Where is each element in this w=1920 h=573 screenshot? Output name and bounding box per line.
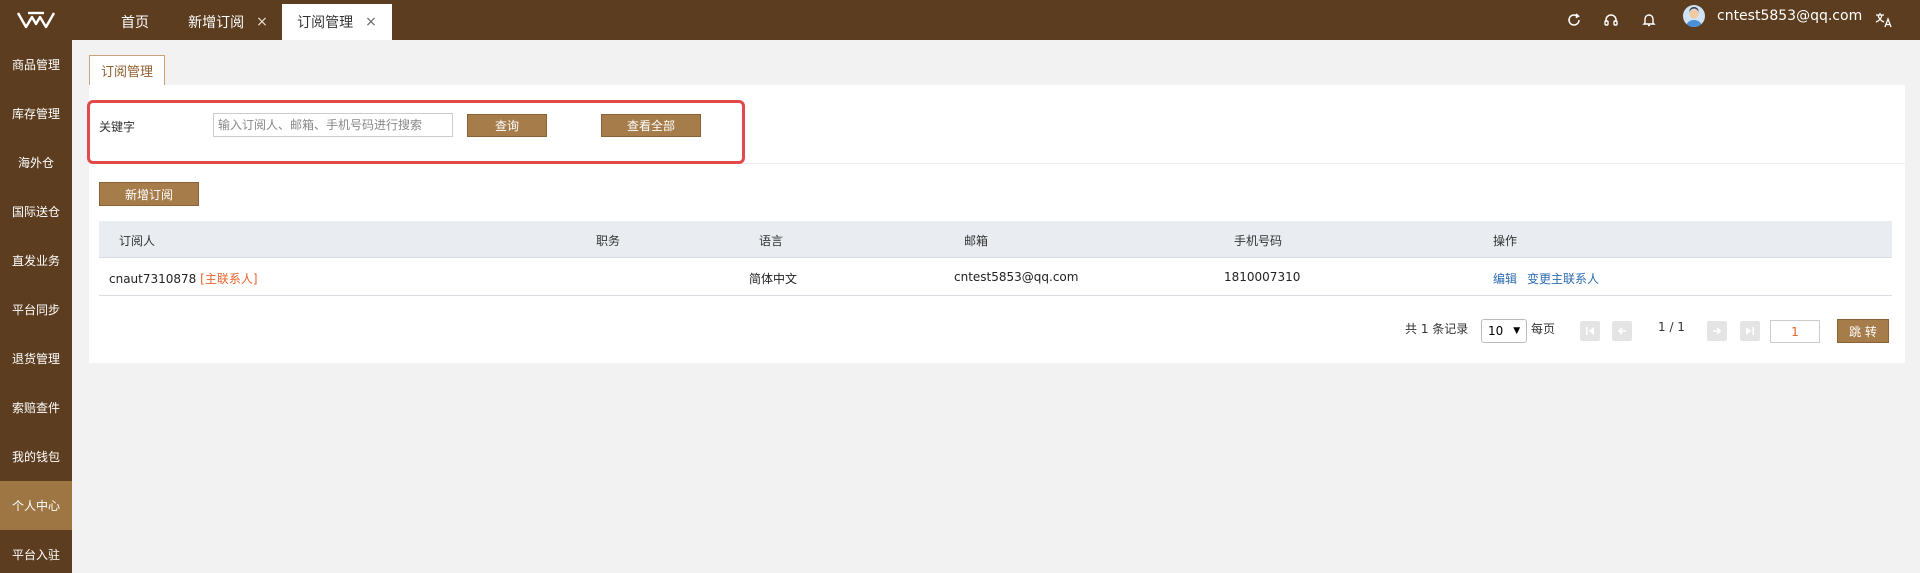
- sidebar-item-inventory[interactable]: 库存管理: [0, 89, 72, 138]
- edit-link[interactable]: 编辑: [1493, 270, 1517, 287]
- sidebar: 商品管理 库存管理 海外仓 国际送仓 直发业务 平台同步 退货管理 索赔查件 我…: [0, 40, 72, 573]
- sidebar-item-personal-center[interactable]: 个人中心: [0, 481, 72, 530]
- sidebar-item-label: 个人中心: [11, 499, 60, 513]
- change-primary-contact-link[interactable]: 变更主联系人: [1527, 270, 1599, 287]
- cell-language: 简体中文: [749, 272, 798, 286]
- cell-phone: 1810007310: [1224, 270, 1301, 284]
- page-size-select[interactable]: 10 ▼: [1481, 319, 1527, 343]
- chevron-down-icon: ▼: [1513, 326, 1521, 336]
- sidebar-item-label: 平台同步: [11, 303, 60, 317]
- sidebar-item-label: 直发业务: [11, 254, 60, 268]
- sidebar-item-platform-onboarding[interactable]: 平台入驻: [0, 530, 72, 573]
- user-email[interactable]: cntest5853@qq.com: [1717, 8, 1862, 24]
- avatar[interactable]: [1683, 5, 1705, 27]
- tab-label: 新增订阅: [188, 15, 245, 31]
- subtab-subscription-management[interactable]: 订阅管理: [89, 55, 165, 85]
- first-page-icon[interactable]: [1580, 321, 1600, 341]
- view-all-button[interactable]: 查看全部: [601, 114, 701, 137]
- sidebar-item-returns[interactable]: 退货管理: [0, 334, 72, 383]
- close-icon[interactable]: ×: [365, 14, 377, 30]
- tab-label: 首页: [121, 15, 149, 31]
- sidebar-item-label: 索赔查件: [11, 401, 60, 415]
- sidebar-item-label: 国际送仓: [11, 205, 60, 219]
- add-subscription-button[interactable]: 新增订阅: [99, 182, 199, 206]
- table-header: 订阅人 职务 语言 邮箱 手机号码 操作: [99, 221, 1892, 258]
- primary-contact-badge: [主联系人]: [200, 272, 258, 286]
- top-bar: 首页 新增订阅 × 订阅管理 × cntest5853@qq.com: [0, 0, 1920, 40]
- table-row: cnaut7310878 [主联系人] 简体中文 cntest5853@qq.c…: [99, 258, 1892, 296]
- sidebar-item-label: 退货管理: [11, 352, 60, 366]
- tab-new-subscription[interactable]: 新增订阅 ×: [176, 4, 280, 40]
- sidebar-item-platform-sync[interactable]: 平台同步: [0, 285, 72, 334]
- col-phone: 手机号码: [1234, 234, 1283, 248]
- tab-label: 订阅管理: [297, 15, 354, 31]
- per-page-label: 每页: [1531, 322, 1556, 336]
- prev-page-icon[interactable]: [1612, 321, 1632, 341]
- sidebar-item-claims[interactable]: 索赔查件: [0, 383, 72, 432]
- col-email: 邮箱: [964, 234, 989, 248]
- close-icon[interactable]: ×: [256, 14, 268, 30]
- jump-page-input[interactable]: [1770, 320, 1820, 343]
- query-button[interactable]: 查询: [467, 114, 547, 137]
- sidebar-item-label: 库存管理: [11, 107, 60, 121]
- sidebar-item-products[interactable]: 商品管理: [0, 40, 72, 89]
- last-page-icon[interactable]: [1740, 321, 1760, 341]
- cell-email: cntest5853@qq.com: [954, 270, 1079, 284]
- bell-icon[interactable]: [1638, 9, 1660, 31]
- next-page-icon[interactable]: [1707, 321, 1727, 341]
- sidebar-item-wallet[interactable]: 我的钱包: [0, 432, 72, 481]
- headset-icon[interactable]: [1600, 9, 1622, 31]
- sidebar-item-international-delivery[interactable]: 国际送仓: [0, 187, 72, 236]
- total-records: 共 1 条记录: [1405, 322, 1469, 336]
- search-input[interactable]: [213, 113, 453, 137]
- jump-button[interactable]: 跳 转: [1837, 319, 1889, 343]
- col-actions: 操作: [1493, 234, 1518, 248]
- subscriber-name: cnaut7310878: [109, 272, 197, 286]
- page-size-value: 10: [1488, 324, 1504, 338]
- tab-home[interactable]: 首页: [100, 4, 170, 40]
- col-language: 语言: [759, 234, 784, 248]
- tab-subscription-management[interactable]: 订阅管理 ×: [282, 4, 392, 40]
- cell-subscriber: cnaut7310878 [主联系人]: [109, 270, 258, 287]
- sidebar-item-overseas-warehouse[interactable]: 海外仓: [0, 138, 72, 187]
- translate-icon[interactable]: [1873, 9, 1895, 31]
- col-subscriber: 订阅人: [119, 234, 156, 248]
- sidebar-item-label: 平台入驻: [11, 548, 60, 562]
- refresh-icon[interactable]: [1563, 9, 1585, 31]
- logo-icon[interactable]: [0, 0, 72, 40]
- sidebar-item-label: 海外仓: [17, 156, 54, 170]
- sidebar-item-label: 我的钱包: [11, 450, 60, 464]
- page-info: 1 / 1: [1658, 320, 1685, 334]
- col-position: 职务: [596, 234, 621, 248]
- keyword-label: 关键字: [99, 120, 136, 134]
- sidebar-item-label: 商品管理: [11, 58, 60, 72]
- sidebar-item-direct-shipping[interactable]: 直发业务: [0, 236, 72, 285]
